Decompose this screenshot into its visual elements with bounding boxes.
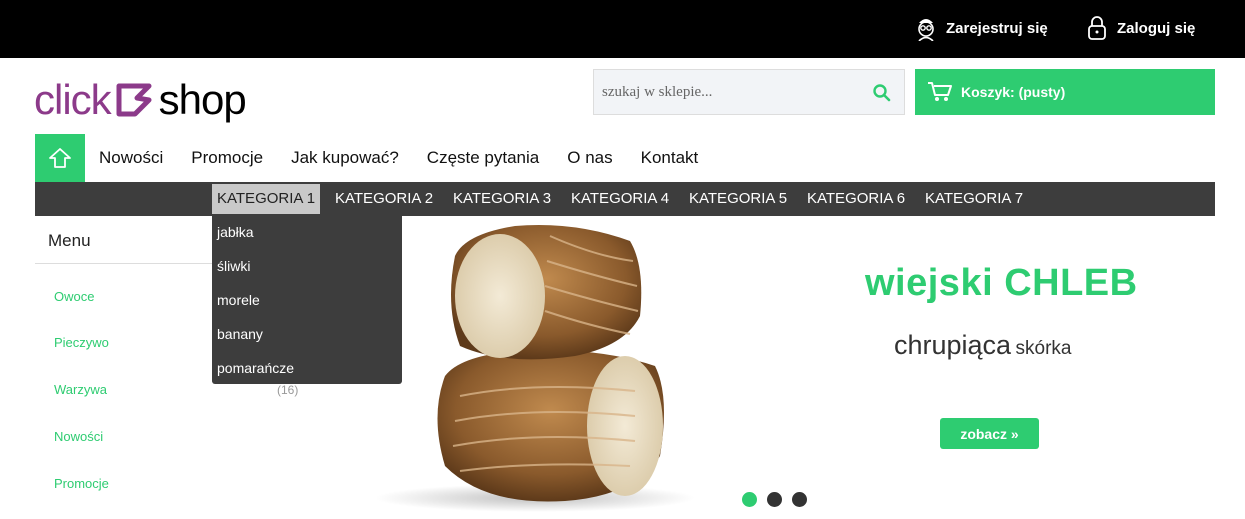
- register-label: Zarejestruj się: [946, 19, 1048, 37]
- nav-item-promocje[interactable]: Promocje: [191, 148, 263, 168]
- sidebar-item-promocje[interactable]: Promocje: [54, 476, 109, 491]
- banner-cta-button[interactable]: zobacz »: [940, 418, 1039, 449]
- sidebar-item-pieczywo[interactable]: Pieczywo: [54, 335, 109, 350]
- dropdown-item-jablka[interactable]: jabłka: [217, 224, 254, 240]
- banner-subtitle-small: skórka: [1015, 338, 1072, 359]
- sidebar-item-owoce[interactable]: Owoce: [54, 289, 94, 304]
- category-1[interactable]: KATEGORIA 1: [212, 184, 321, 214]
- search-icon[interactable]: [872, 83, 892, 103]
- cart-button[interactable]: Koszyk: (pusty): [915, 69, 1215, 115]
- logo-shop-text: shop: [158, 76, 247, 123]
- bread-image: [375, 225, 695, 512]
- register-link[interactable]: Zarejestruj się: [916, 14, 1048, 42]
- sidebar-divider: [35, 263, 215, 264]
- category-4[interactable]: KATEGORIA 4: [566, 184, 674, 214]
- top-bar: Zarejestruj się Zaloguj się: [0, 0, 1245, 58]
- category-6[interactable]: KATEGORIA 6: [802, 184, 910, 214]
- sidebar-title: Menu: [48, 231, 91, 250]
- user-glasses-icon: [918, 19, 934, 41]
- slider-dot-1[interactable]: [742, 492, 757, 507]
- dropdown-item-banany[interactable]: banany: [217, 326, 263, 342]
- dropdown-item-morele[interactable]: morele: [217, 292, 260, 308]
- hero-banner[interactable]: [335, 216, 1215, 515]
- sidebar-item-warzywa[interactable]: Warzywa: [54, 382, 107, 397]
- category-7[interactable]: KATEGORIA 7: [920, 184, 1028, 214]
- nav-item-nowosci[interactable]: Nowości: [99, 148, 163, 168]
- lock-icon: [1088, 16, 1106, 40]
- sidebar-item-count: (16): [277, 383, 299, 397]
- nav-item-o-nas[interactable]: O nas: [567, 148, 612, 168]
- home-icon: [49, 148, 71, 168]
- main-nav: Nowości Promocje Jak kupować? Częste pyt…: [85, 134, 712, 182]
- search-input[interactable]: [594, 70, 854, 114]
- category-2[interactable]: KATEGORIA 2: [330, 184, 438, 214]
- cart-icon: [928, 82, 952, 101]
- home-button[interactable]: [35, 134, 85, 182]
- logo-mark-icon: [116, 83, 152, 117]
- login-label: Zaloguj się: [1117, 19, 1196, 37]
- nav-item-jak-kupowac[interactable]: Jak kupować?: [291, 148, 399, 168]
- banner-subtitle-big: chrupiąca: [894, 330, 1012, 360]
- category-3[interactable]: KATEGORIA 3: [448, 184, 556, 214]
- nav-item-czeste-pytania[interactable]: Częste pytania: [427, 148, 539, 168]
- dropdown-item-sliwki[interactable]: śliwki: [217, 258, 250, 274]
- nav-item-kontakt[interactable]: Kontakt: [641, 148, 699, 168]
- category-bar: KATEGORIA 1 KATEGORIA 2 KATEGORIA 3 KATE…: [35, 182, 1215, 216]
- banner-title: wiejski CHLEB: [865, 262, 1138, 304]
- slider-dot-3[interactable]: [792, 492, 807, 507]
- dropdown-item-pomarancze[interactable]: pomarańcze: [217, 360, 294, 376]
- slider-dot-2[interactable]: [767, 492, 782, 507]
- category-dropdown: jabłka śliwki morele banany pomarańcze: [212, 216, 402, 384]
- logo-click-text: click: [34, 76, 112, 123]
- sidebar-item-nowosci[interactable]: Nowości: [54, 429, 103, 444]
- search-box: [593, 69, 905, 115]
- logo[interactable]: click shop: [34, 74, 247, 126]
- banner-subtitle: chrupiąca skórka: [894, 330, 1072, 361]
- cart-label: Koszyk: (pusty): [961, 84, 1066, 100]
- login-link[interactable]: Zaloguj się: [1087, 14, 1195, 42]
- category-5[interactable]: KATEGORIA 5: [684, 184, 792, 214]
